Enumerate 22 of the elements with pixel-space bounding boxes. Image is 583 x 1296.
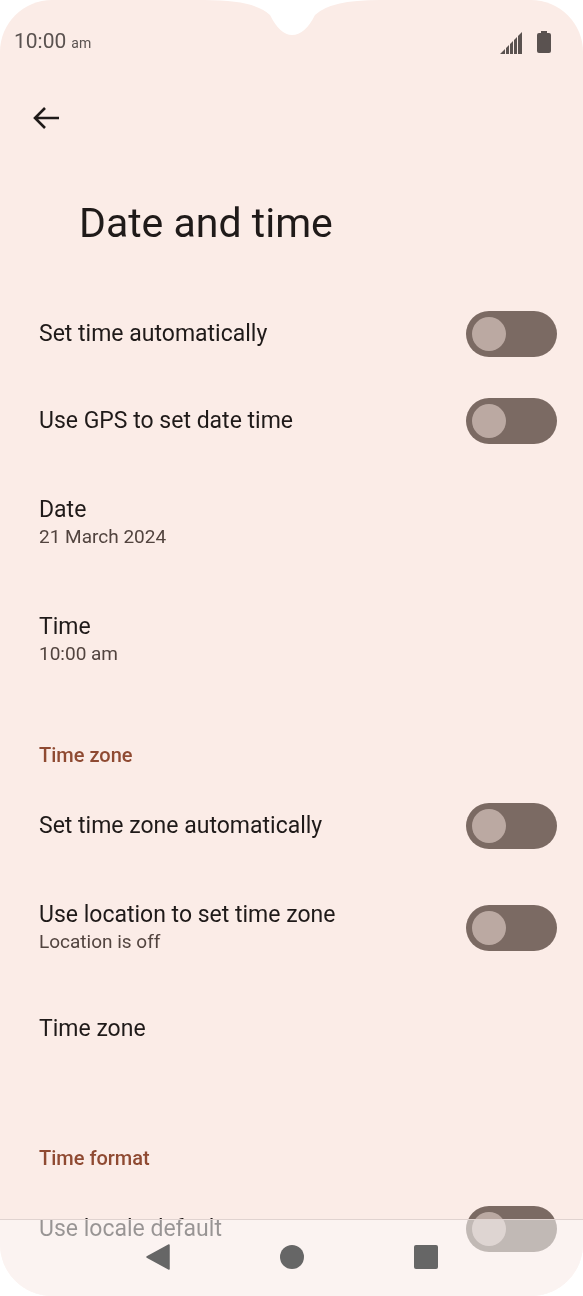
setting-title: Set time automatically	[39, 319, 268, 348]
setting-title: Use location to set time zone	[39, 900, 336, 929]
section-header: Time zone	[39, 743, 133, 767]
recents-icon[interactable]	[413, 1245, 438, 1269]
page-title: Date and time	[79, 198, 334, 249]
signal-icon	[500, 30, 523, 54]
battery-icon	[537, 31, 551, 53]
setting-summary: Location is off	[39, 928, 162, 955]
home-icon[interactable]	[279, 1245, 304, 1269]
status-ampm: am	[71, 34, 92, 54]
setting-summary: 21 March 2024	[39, 523, 168, 550]
back-arrow-icon	[32, 105, 60, 130]
setting-title: Time zone	[39, 1015, 147, 1043]
setting-title: Date	[39, 495, 88, 524]
setting-title: Use locale default	[39, 1214, 222, 1243]
section-header: Time format	[39, 1146, 150, 1170]
setting-title: Time	[39, 612, 92, 641]
back-icon[interactable]	[145, 1244, 170, 1270]
status-time: 10:00	[14, 28, 67, 56]
setting-summary: 10:00 am	[39, 640, 120, 667]
setting-title: Set time zone automatically	[39, 811, 323, 840]
setting-title: Use GPS to set date time	[39, 406, 294, 435]
